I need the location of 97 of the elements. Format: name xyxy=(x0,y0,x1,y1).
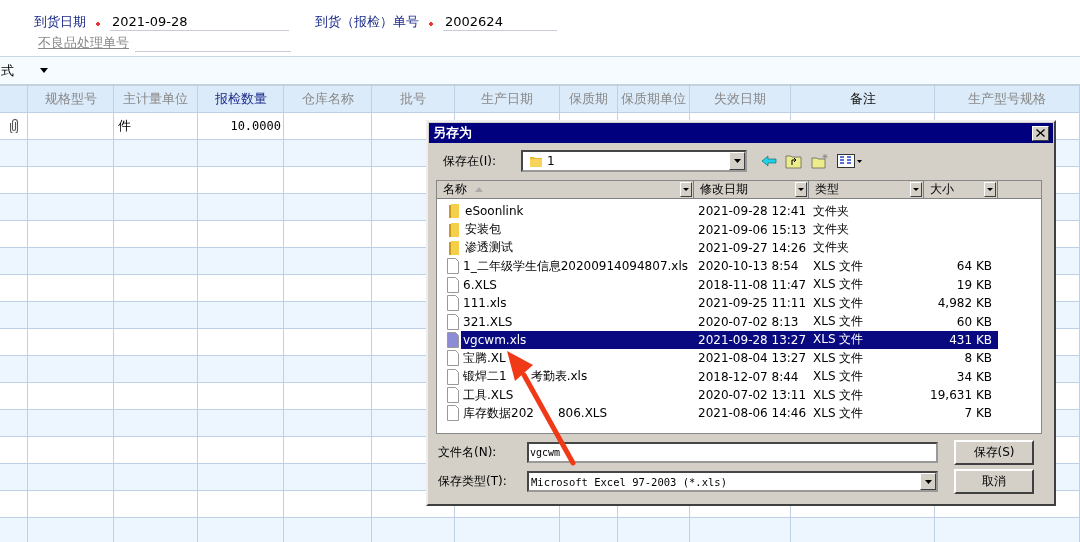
modified-date: 2018-12-07 8:44 xyxy=(698,369,799,384)
location-label: 保存在(I): xyxy=(443,152,497,170)
file-name[interactable]: 321.XLS xyxy=(461,312,694,331)
modified-date: 2021-08-04 13:27 xyxy=(698,351,807,366)
column-header[interactable]: 大小 xyxy=(924,181,998,198)
file-size: 60 KB xyxy=(956,314,992,329)
filename-label: 文件名(N): xyxy=(438,444,498,461)
file-size: 4,982 KB xyxy=(937,296,992,311)
modified-date: 2021-09-06 15:13 xyxy=(698,222,807,237)
file-name[interactable]: 锻焊二1 xyxy=(463,368,507,386)
folder-icon xyxy=(447,239,461,256)
folder-icon xyxy=(529,154,543,168)
file-size: 7 KB xyxy=(964,406,992,421)
file-name[interactable]: 806.XLS xyxy=(557,406,608,421)
file-name[interactable]: eSoonlink xyxy=(463,202,694,221)
file-icon xyxy=(447,313,459,330)
paperclip-icon[interactable] xyxy=(9,119,18,133)
caret-icon[interactable] xyxy=(40,68,48,73)
file-type: XLS 文件 xyxy=(813,386,864,404)
required-mark-icon xyxy=(428,21,434,27)
file-name[interactable]: 安装包 xyxy=(463,220,694,239)
caret-icon xyxy=(733,159,741,163)
file-type: XLS 文件 xyxy=(813,331,864,349)
input-field[interactable]: 2002624 xyxy=(443,14,557,31)
file-size: 431 KB xyxy=(949,332,992,347)
file-type: XLS 文件 xyxy=(813,294,864,312)
caret-icon xyxy=(987,188,993,191)
column-header[interactable]: 报检数量 xyxy=(214,90,267,108)
file-name[interactable]: 111.xls xyxy=(461,293,694,313)
folder-icon xyxy=(447,203,461,220)
caret-icon xyxy=(798,188,804,191)
file-icon xyxy=(447,331,459,348)
file-size: 34 KB xyxy=(956,369,992,384)
file-icon xyxy=(447,387,459,404)
file-type: XLS 文件 xyxy=(813,257,864,275)
file-type: XLS 文件 xyxy=(813,405,864,422)
close-icon xyxy=(1036,129,1045,137)
file-name[interactable]: 考勤表.xls xyxy=(530,368,588,386)
column-header[interactable]: 类型 xyxy=(809,181,924,198)
file-size: 8 KB xyxy=(964,351,992,366)
input-field[interactable]: 2021-09-28 xyxy=(110,14,289,31)
field-label: 到货（报检）单号 xyxy=(315,13,419,31)
table-cell: 件 xyxy=(118,117,131,135)
file-name[interactable]: 6.XLS xyxy=(461,275,694,294)
required-mark-icon xyxy=(95,21,101,27)
column-header[interactable]: 修改日期 xyxy=(694,181,809,198)
file-type: XLS 文件 xyxy=(813,313,864,331)
field-label: 到货日期 xyxy=(34,13,86,31)
caret-icon xyxy=(913,188,919,191)
file-icon xyxy=(447,295,459,312)
file-name[interactable]: 工具.XLS xyxy=(461,385,694,405)
up-folder-icon[interactable] xyxy=(785,153,803,169)
file-name[interactable]: vgcwm.xls xyxy=(461,330,694,350)
dialog-title: 另存为 xyxy=(433,124,472,142)
file-name[interactable]: 渗透测试 xyxy=(463,238,694,258)
file-name[interactable]: 宝腾.XL xyxy=(461,349,694,368)
file-icon xyxy=(447,368,459,385)
file-size: 19,631 KB xyxy=(930,388,992,403)
modified-date: 2020-10-13 8:54 xyxy=(698,259,799,274)
modified-date: 2021-09-28 13:27 xyxy=(698,332,807,347)
table-cell: 10.0000 xyxy=(230,119,281,133)
file-type: 文件夹 xyxy=(813,202,849,220)
modified-date: 2021-09-25 11:11 xyxy=(698,296,807,311)
file-type-label: 保存类型(T): xyxy=(438,473,508,490)
file-type: 文件夹 xyxy=(813,221,849,239)
file-type: XLS 文件 xyxy=(813,349,864,367)
column-header[interactable]: 备注 xyxy=(849,90,876,108)
modified-date: 2021-08-06 14:46 xyxy=(698,406,807,421)
file-type: 文件夹 xyxy=(813,239,849,257)
file-size: 64 KB xyxy=(956,259,992,274)
file-size: 19 KB xyxy=(956,277,992,292)
modified-date: 2020-07-02 13:11 xyxy=(698,388,807,403)
caret-icon xyxy=(924,479,932,484)
modified-date: 2021-09-28 12:41 xyxy=(698,204,807,219)
modified-date: 2020-07-02 8:13 xyxy=(698,314,799,329)
cancel-button[interactable]: 取消 xyxy=(954,469,1034,494)
toolbar-label: 式 xyxy=(1,61,14,80)
file-icon xyxy=(447,258,459,275)
file-type: XLS 文件 xyxy=(813,368,864,386)
file-icon xyxy=(447,350,459,367)
modified-date: 2021-09-27 14:26 xyxy=(698,240,807,255)
file-name[interactable]: 库存数据202 xyxy=(463,405,534,422)
close-button[interactable] xyxy=(1032,125,1049,141)
file-type-dropdown[interactable]: Microsoft Excel 97-2003 (*.xls) xyxy=(527,471,938,492)
modified-date: 2018-11-08 11:47 xyxy=(698,277,807,292)
save-button[interactable]: 保存(S) xyxy=(954,440,1034,465)
view-menu-icon[interactable] xyxy=(837,154,863,168)
file-icon xyxy=(447,276,459,293)
field-link[interactable]: 不良品处理单号 xyxy=(38,34,129,52)
folder-icon xyxy=(447,221,461,238)
location-dropdown[interactable]: 1 xyxy=(521,150,747,172)
filename-field[interactable]: vgcwm xyxy=(527,442,938,463)
file-icon xyxy=(447,405,459,422)
caret-icon xyxy=(683,188,689,191)
file-type: XLS 文件 xyxy=(813,276,864,294)
column-header[interactable]: 名称 xyxy=(437,181,694,198)
file-name[interactable]: 1_二年级学生信息20200914094807.xls xyxy=(461,257,694,276)
